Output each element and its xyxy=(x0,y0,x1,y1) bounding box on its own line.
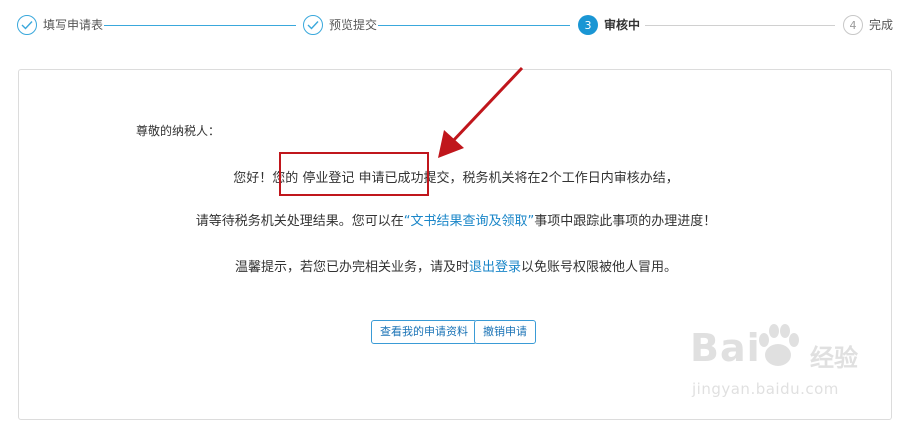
step-connector-1 xyxy=(104,25,296,26)
step-2-label: 预览提交 xyxy=(329,18,378,32)
watermark-url: jingyan.baidu.com xyxy=(692,380,839,398)
message-line-1: 您好！您的 停业登记 申请已成功提交，税务机关将在2个工作日内审核办结， xyxy=(19,167,893,186)
step-1-indicator xyxy=(17,15,37,35)
step-3-label: 审核中 xyxy=(604,18,641,32)
salutation: 尊敬的纳税人： xyxy=(136,124,221,138)
watermark-brand-cn: 经验 xyxy=(810,344,858,372)
message-line-3-prefix: 温馨提示，若您已办完相关业务，请及时 xyxy=(234,260,469,275)
check-icon xyxy=(307,21,319,30)
step-1-label: 填写申请表 xyxy=(43,18,104,32)
step-3-indicator: 3 xyxy=(578,15,598,35)
document-result-query-link[interactable]: “文书结果查询及领取” xyxy=(404,214,534,229)
logout-link[interactable]: 退出登录 xyxy=(469,260,521,275)
message-line-3: 温馨提示，若您已办完相关业务，请及时退出登录以免账号权限被他人冒用。 xyxy=(19,256,893,275)
annotation-highlight-box xyxy=(279,152,429,196)
view-application-button[interactable]: 查看我的申请资料 xyxy=(371,320,477,344)
step-2-indicator xyxy=(303,15,323,35)
message-line-3-suffix: 以免账号权限被他人冒用。 xyxy=(521,260,678,275)
step-4-indicator: 4 xyxy=(843,15,863,35)
step-connector-3 xyxy=(645,25,835,26)
step-connector-2 xyxy=(378,25,570,26)
message-line-2-suffix: 事项中跟踪此事项的办理进度！ xyxy=(534,214,717,229)
check-icon xyxy=(21,21,33,30)
paw-icon xyxy=(759,324,799,366)
message-line-1-suffix: 税务机关将在2个工作日内审核办结， xyxy=(462,171,679,186)
step-4-label: 完成 xyxy=(869,18,894,32)
progress-steps: 填写申请表 预览提交 3 审核中 4 完成 xyxy=(0,0,900,52)
revoke-application-button[interactable]: 撤销申请 xyxy=(474,320,536,344)
message-line-2: 请等待税务机关处理结果。您可以在“文书结果查询及领取”事项中跟踪此事项的办理进度… xyxy=(19,210,893,229)
baidu-jingyan-watermark: Bai 经验 jingyan.baidu.com xyxy=(690,318,890,413)
message-line-2-prefix: 请等待税务机关处理结果。您可以在 xyxy=(195,214,404,229)
watermark-brand: Bai xyxy=(690,326,761,370)
